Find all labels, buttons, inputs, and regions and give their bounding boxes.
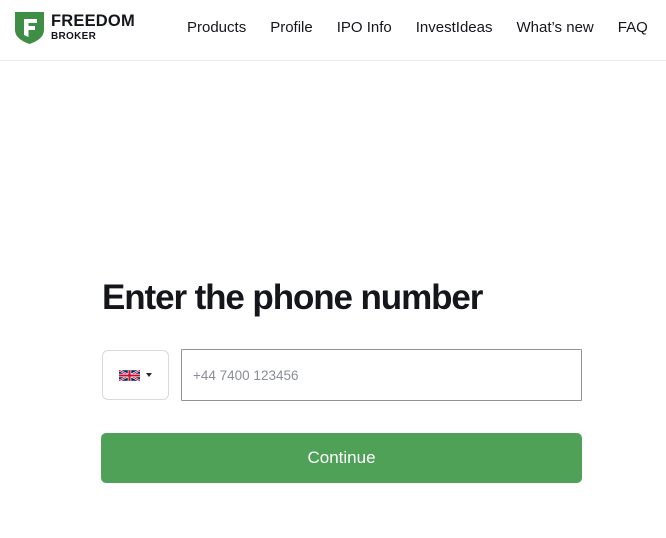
freedom-broker-logo[interactable]: FREEDOM BROKER [15,12,135,46]
nav-ipo-info[interactable]: IPO Info [337,18,392,38]
uk-flag-icon [119,368,140,382]
logo-text-freedom: FREEDOM [51,12,135,30]
site-header: FREEDOM BROKER Products Profile IPO Info… [0,0,666,61]
nav-profile[interactable]: Profile [270,18,313,38]
continue-button[interactable]: Continue [101,433,582,483]
phone-number-input[interactable] [181,349,582,401]
logo-wordmark: FREEDOM BROKER [51,13,141,42]
country-code-select[interactable] [102,350,169,400]
logo-text-broker: BROKER [51,30,97,42]
freedom-shield-icon [15,12,44,44]
nav-products[interactable]: Products [187,18,246,38]
nav-faq[interactable]: FAQ [618,18,648,38]
page-title: Enter the phone number [102,278,483,317]
main-nav: Products Profile IPO Info InvestIdeas Wh… [187,18,648,38]
nav-investideas[interactable]: InvestIdeas [416,18,493,38]
nav-whats-new[interactable]: What’s new [516,18,593,38]
caret-down-icon [146,373,152,377]
